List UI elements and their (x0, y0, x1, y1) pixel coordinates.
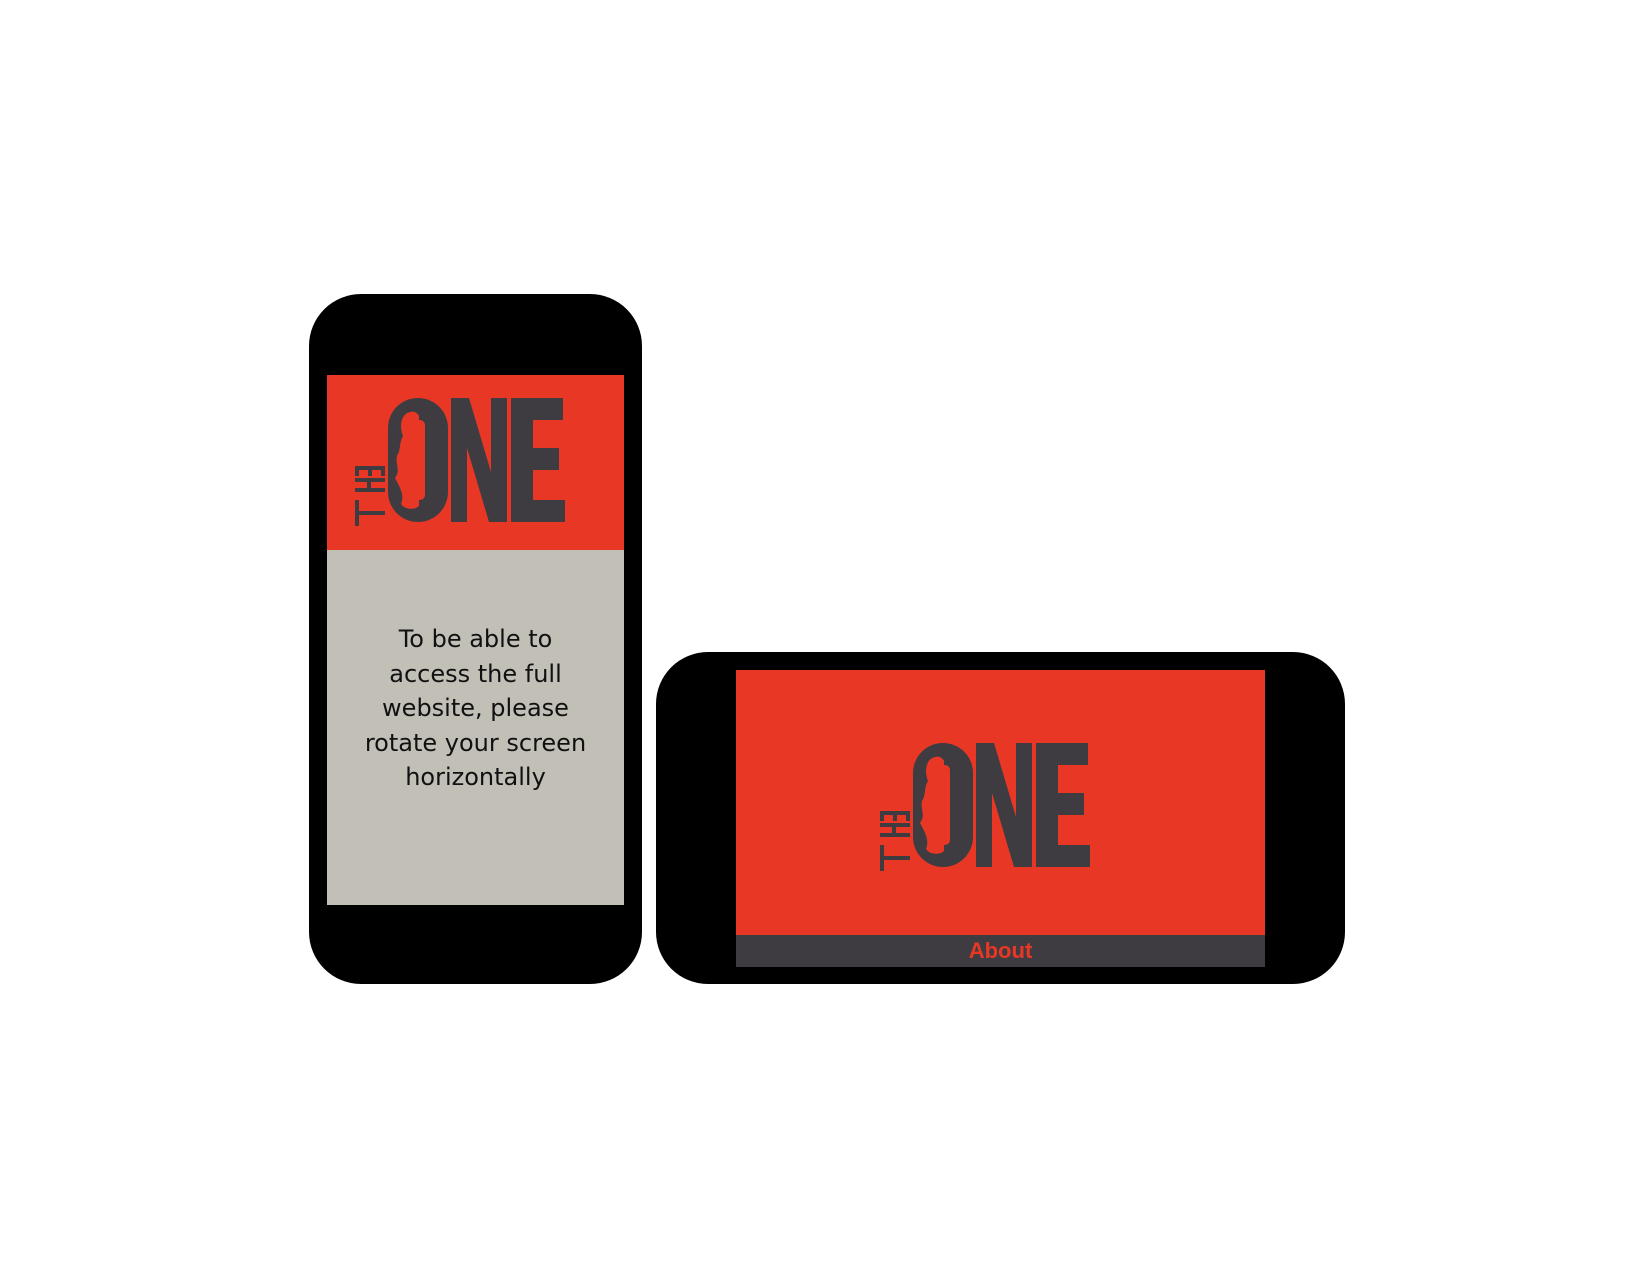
landscape-screen: About (736, 670, 1265, 967)
message-line-1: To be able to (398, 625, 553, 653)
the-one-logo[interactable] (355, 398, 570, 528)
message-line-4: rotate your screen (364, 728, 587, 757)
message-line-2: access the full (389, 659, 562, 688)
rotate-screen-message: To be able to access the full website, p… (347, 622, 604, 795)
message-line-5: horizontally (405, 763, 546, 791)
portrait-screen: To be able to access the full website, p… (327, 375, 624, 905)
message-line-3: website, please (382, 694, 569, 722)
mockup-stage: To be able to access the full website, p… (0, 0, 1651, 1276)
nav-about-link[interactable]: About (969, 940, 1033, 962)
bottom-nav-bar: About (736, 935, 1265, 967)
phone-landscape: About (656, 652, 1345, 984)
the-one-logo[interactable] (880, 743, 1095, 873)
landscape-hero (736, 670, 1265, 935)
the-one-logo-mark (355, 398, 565, 526)
the-one-logo-mark (880, 743, 1090, 871)
portrait-logo-band (327, 375, 624, 550)
portrait-message-area: To be able to access the full website, p… (327, 550, 624, 905)
phone-portrait: To be able to access the full website, p… (309, 294, 642, 984)
